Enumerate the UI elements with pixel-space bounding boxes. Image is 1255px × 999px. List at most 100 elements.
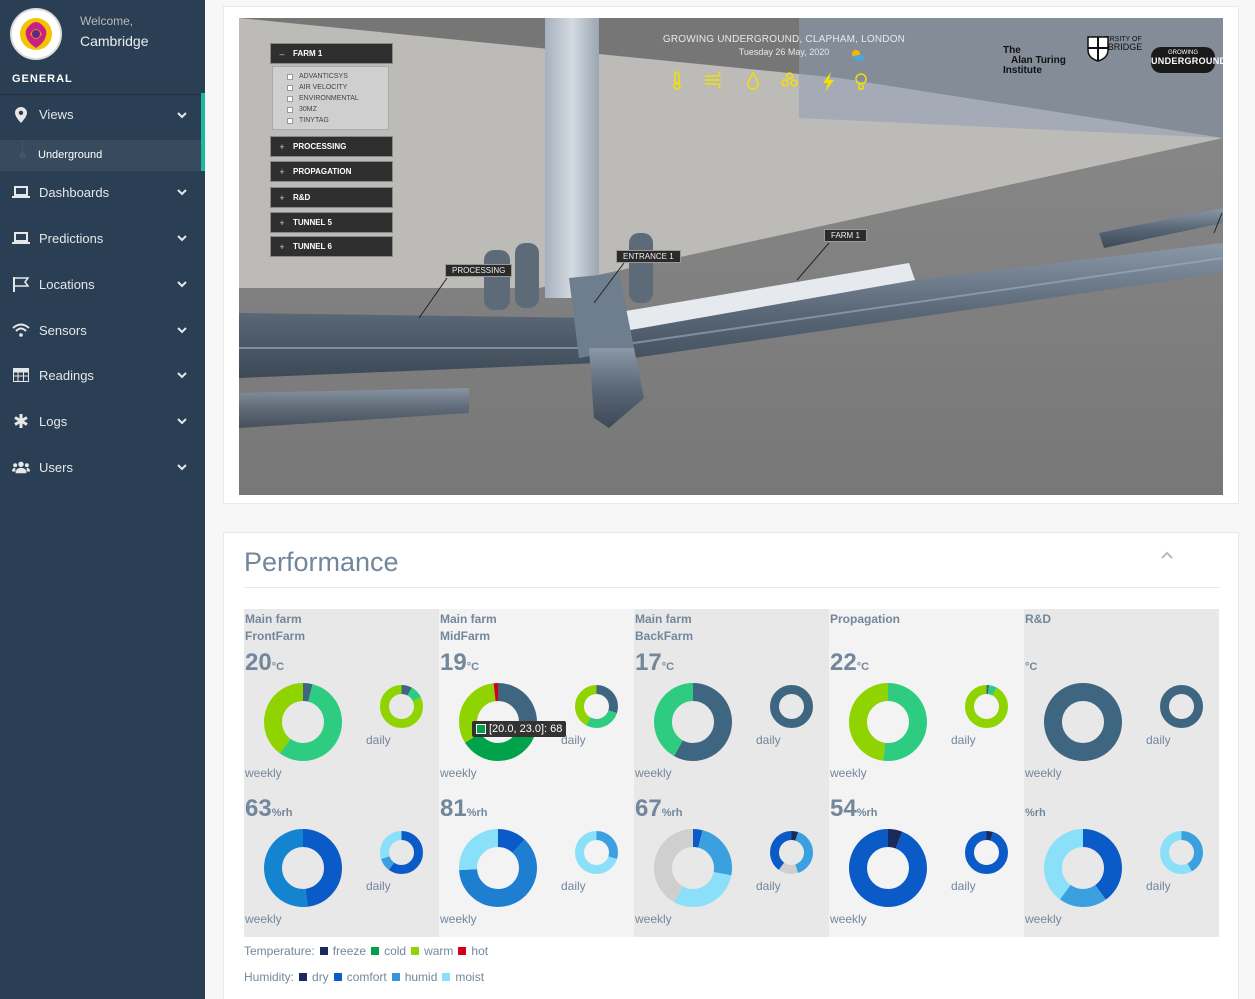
option-label: TINYTAG xyxy=(299,117,329,124)
weekly-temperature-donut[interactable] xyxy=(654,683,732,766)
menu-section-processing[interactable]: + PROCESSING xyxy=(270,136,393,157)
daily-label: daily xyxy=(561,879,586,893)
location-name: Main farm MidFarm xyxy=(440,612,497,643)
table-icon xyxy=(12,366,30,384)
daily-label: daily xyxy=(756,879,781,893)
legend-swatch xyxy=(458,947,467,955)
weekly-humidity-donut[interactable] xyxy=(654,829,732,912)
checkbox[interactable] xyxy=(287,117,293,124)
weekly-label: weekly xyxy=(830,912,867,926)
daily-temperature-donut[interactable] xyxy=(1160,685,1203,733)
menu-section-label: TUNNEL 6 xyxy=(293,242,332,251)
expand-icon: + xyxy=(279,217,285,228)
daily-humidity-donut[interactable] xyxy=(575,831,618,879)
weekly-temperature-donut[interactable] xyxy=(849,683,927,766)
daily-humidity-donut[interactable] xyxy=(380,831,423,879)
option-tinytag[interactable]: TINYTAG xyxy=(287,115,388,126)
sidebar-subitem-underground[interactable]: Underground xyxy=(0,140,201,171)
performance-panel: Performance Main farm FrontFarm 20°C dai… xyxy=(223,532,1239,999)
weekly-humidity-donut[interactable] xyxy=(264,829,342,912)
weekly-label: weekly xyxy=(440,912,477,926)
welcome-text: Welcome, xyxy=(80,14,134,28)
option-label: ADVANTICSYS xyxy=(299,73,348,80)
legend-item: dry xyxy=(312,970,329,984)
menu-section-tunnel-5[interactable]: + TUNNEL 5 xyxy=(270,212,393,233)
checkbox[interactable] xyxy=(287,84,293,91)
sidebar-item-label: Dashboards xyxy=(39,184,110,200)
expand-icon: + xyxy=(279,241,285,252)
checkbox[interactable] xyxy=(287,73,293,80)
tree-line xyxy=(22,140,23,152)
label-entrance-1[interactable]: ENTRANCE 1 xyxy=(616,250,681,263)
weekly-temperature-donut[interactable] xyxy=(264,683,342,766)
daily-humidity-donut[interactable] xyxy=(1160,831,1203,879)
daily-humidity-donut[interactable] xyxy=(770,831,813,879)
scene-title: GROWING UNDERGROUND, CLAPHAM, LONDON xyxy=(662,34,906,45)
option-environmental[interactable]: ENVIRONMENTAL xyxy=(287,93,388,104)
sidebar-item-sensors[interactable]: Sensors xyxy=(0,310,205,350)
menu-section-tunnel-6[interactable]: + TUNNEL 6 xyxy=(270,236,393,257)
weekly-humidity-donut[interactable] xyxy=(459,829,537,912)
chevron-down-icon xyxy=(177,281,187,288)
menu-section-propagation[interactable]: + PROPAGATION xyxy=(270,161,393,182)
map-marker-icon xyxy=(12,106,30,124)
daily-temperature-donut[interactable] xyxy=(575,685,618,733)
performance-column: Main farm BackFarm 17°C daily weekly 67%… xyxy=(634,609,829,937)
daily-label: daily xyxy=(366,879,391,893)
legend-item: freeze xyxy=(332,944,367,958)
option-air-velocity[interactable]: AIR VELOCITY xyxy=(287,82,388,93)
tunnel-3d-view[interactable]: GROWING UNDERGROUND, CLAPHAM, LONDON Tue… xyxy=(239,18,1223,495)
menu-section-rd[interactable]: + R&D xyxy=(270,187,393,208)
chart-tooltip: [20.0, 23.0]: 68 xyxy=(472,721,567,737)
sidebar: Welcome, Cambridge GENERAL Views Undergr… xyxy=(0,0,205,999)
collapse-icon: – xyxy=(279,48,285,59)
sidebar-item-logs[interactable]: Logs xyxy=(0,401,205,441)
weekly-humidity-donut[interactable] xyxy=(849,829,927,912)
daily-label: daily xyxy=(951,733,976,747)
expand-icon: + xyxy=(279,192,285,203)
weekly-label: weekly xyxy=(245,766,282,780)
user-name: Cambridge xyxy=(80,33,149,49)
farm-menu-header[interactable]: – FARM 1 xyxy=(270,43,393,64)
legend-label: Humidity: xyxy=(244,970,295,984)
weekly-label: weekly xyxy=(1025,766,1062,780)
legend-swatch xyxy=(442,973,451,981)
menu-section-label: PROPAGATION xyxy=(293,167,352,176)
legend-swatch xyxy=(299,973,308,981)
wifi-icon xyxy=(12,321,30,339)
sidebar-item-predictions[interactable]: Predictions xyxy=(0,218,205,258)
checkbox[interactable] xyxy=(287,106,293,113)
checkbox[interactable] xyxy=(287,95,293,102)
menu-section-label: PROCESSING xyxy=(293,142,347,151)
daily-label: daily xyxy=(1146,879,1171,893)
option-advanticsys[interactable]: ADVANTICSYS xyxy=(287,71,388,82)
cambridge-logo: UNIVERSITY OF CAMBRIDGE xyxy=(1087,36,1143,62)
sidebar-item-readings[interactable]: Readings xyxy=(0,355,205,395)
daily-temperature-donut[interactable] xyxy=(965,685,1008,733)
option-30mz[interactable]: 30MZ xyxy=(287,104,388,115)
sidebar-item-dashboards[interactable]: Dashboards xyxy=(0,172,205,212)
sidebar-item-users[interactable]: Users xyxy=(0,447,205,487)
option-label: AIR VELOCITY xyxy=(299,84,348,91)
humidity-value: 67%rh xyxy=(635,795,683,822)
farm-menu: – FARM 1 ADVANTICSYS AIR VELOCITY ENVIRO… xyxy=(270,43,393,130)
sidebar-item-locations[interactable]: Locations xyxy=(0,264,205,304)
daily-humidity-donut[interactable] xyxy=(965,831,1008,879)
sidebar-item-views[interactable]: Views xyxy=(0,94,205,134)
label-farm-1[interactable]: FARM 1 xyxy=(824,229,867,242)
chevron-down-icon xyxy=(177,235,187,242)
option-label: 30MZ xyxy=(299,106,317,113)
menu-section-label: R&D xyxy=(293,193,311,202)
collapse-chevron-icon[interactable] xyxy=(1160,549,1174,563)
location-name: Main farm BackFarm xyxy=(635,612,694,643)
growing-underground-logo: GROWING UNDERGROUND xyxy=(1151,47,1223,73)
daily-temperature-donut[interactable] xyxy=(770,685,813,733)
profile: Welcome, Cambridge xyxy=(0,0,205,66)
daily-temperature-donut[interactable] xyxy=(380,685,423,733)
weekly-temperature-donut[interactable] xyxy=(1044,683,1122,766)
active-indicator xyxy=(201,93,205,171)
label-processing[interactable]: PROCESSING xyxy=(445,264,513,277)
weekly-humidity-donut[interactable] xyxy=(1044,829,1122,912)
weekly-label: weekly xyxy=(1025,912,1062,926)
sidebar-item-label: Logs xyxy=(39,413,68,429)
